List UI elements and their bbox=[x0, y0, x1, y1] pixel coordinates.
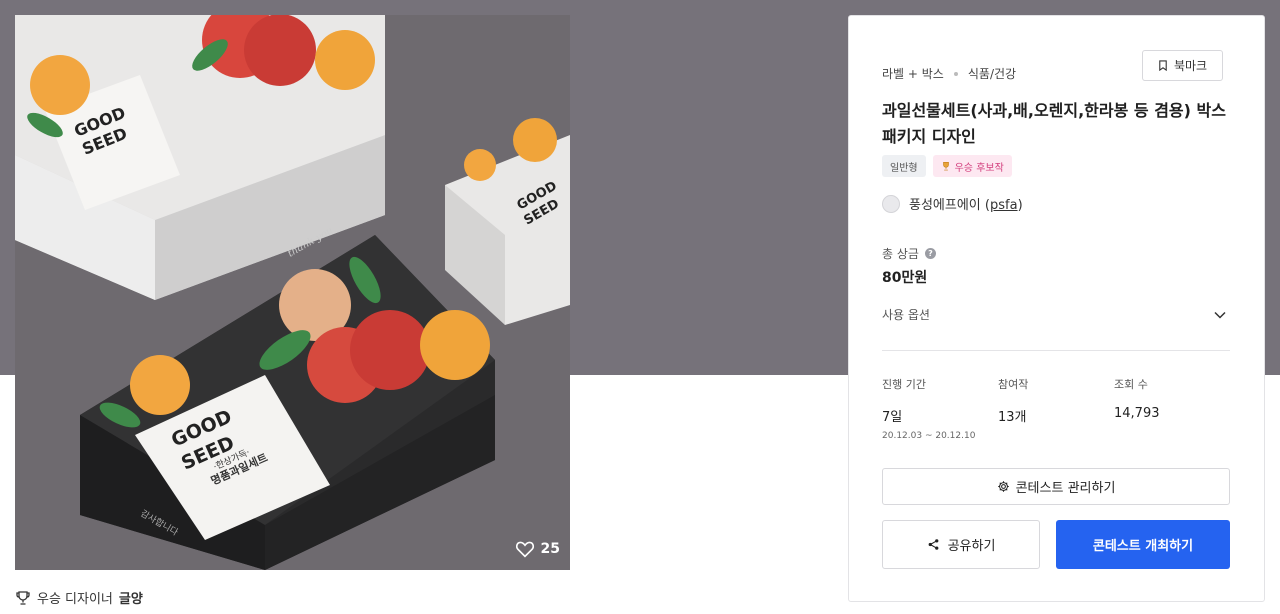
like-button[interactable]: 25 bbox=[515, 540, 560, 558]
stat-entries-value: 13개 bbox=[998, 410, 1027, 425]
bookmark-icon bbox=[1159, 60, 1167, 71]
category-main[interactable]: 라벨 + 박스 bbox=[882, 65, 944, 82]
stat-views: 조회 수 14,793 bbox=[1114, 376, 1160, 421]
share-label: 공유하기 bbox=[947, 539, 996, 554]
award-badge-label: 우승 후보작 bbox=[954, 162, 1004, 174]
product-image[interactable]: GOOD SEED GOOD SEED GOOD SEED ·한상가득· 명품과… bbox=[15, 15, 570, 570]
box-illustration: GOOD SEED GOOD SEED GOOD SEED ·한상가득· 명품과… bbox=[15, 15, 570, 570]
gear-icon bbox=[997, 481, 1009, 492]
host-contest-button[interactable]: 콘테스트 개최하기 bbox=[1056, 520, 1230, 569]
separator-dot bbox=[953, 71, 958, 76]
stat-period-dates: 20.12.03 ~ 20.12.10 bbox=[882, 431, 976, 441]
type-badge: 일반형 bbox=[882, 155, 926, 177]
stat-views-label: 조회 수 bbox=[1114, 378, 1148, 391]
usage-options-toggle[interactable]: 사용 옵션 bbox=[882, 306, 1226, 323]
stat-views-value: 14,793 bbox=[1114, 406, 1160, 421]
contest-holder[interactable]: 풍성에프에이 (psfa) bbox=[882, 194, 1023, 213]
usage-options-label: 사용 옵션 bbox=[882, 308, 930, 322]
stat-entries-label: 참여작 bbox=[998, 378, 1029, 391]
manage-contest-label: 콘테스트 관리하기 bbox=[1015, 481, 1116, 496]
divider bbox=[882, 350, 1230, 351]
trophy-icon bbox=[942, 161, 949, 171]
contest-info-card: 라벨 + 박스 식품/건강 북마크 과일선물세트(사과,배,오렌지,한라봉 등 … bbox=[848, 15, 1265, 602]
avatar bbox=[882, 194, 900, 213]
prize-value: 80만원 bbox=[882, 270, 928, 286]
share-button[interactable]: 공유하기 bbox=[882, 520, 1040, 569]
stat-entries: 참여작 13개 bbox=[998, 376, 1028, 425]
winner-designer: 우승 디자이너 글양 bbox=[15, 588, 143, 607]
trophy-icon bbox=[16, 590, 30, 605]
help-icon[interactable]: ? bbox=[924, 248, 936, 259]
winner-name[interactable]: 글양 bbox=[119, 588, 143, 607]
prize-label: 총 상금 ? bbox=[882, 245, 936, 262]
tag-list: 일반형 우승 후보작 bbox=[882, 155, 1012, 177]
holder-handle[interactable]: psfa bbox=[990, 198, 1018, 213]
stat-period-label: 진행 기간 bbox=[882, 378, 926, 391]
breadcrumb: 라벨 + 박스 식품/건강 bbox=[882, 65, 1016, 82]
holder-name: 풍성에프에이 bbox=[909, 198, 981, 213]
holder-handle-close: ) bbox=[1017, 198, 1023, 213]
share-icon bbox=[928, 539, 938, 550]
bookmark-button[interactable]: 북마크 bbox=[1142, 50, 1223, 81]
stat-period: 진행 기간 7일 20.12.03 ~ 20.12.10 bbox=[882, 376, 975, 441]
bookmark-label: 북마크 bbox=[1173, 59, 1208, 73]
manage-contest-button[interactable]: 콘테스트 관리하기 bbox=[882, 468, 1230, 505]
award-badge: 우승 후보작 bbox=[932, 155, 1012, 177]
heart-icon bbox=[515, 541, 534, 558]
category-sub[interactable]: 식품/건강 bbox=[968, 65, 1016, 82]
contest-title: 과일선물세트(사과,배,오렌지,한라봉 등 겸용) 박스 패키지 디자인 bbox=[882, 101, 1226, 146]
chevron-down-icon bbox=[1214, 311, 1226, 319]
winner-label: 우승 디자이너 bbox=[37, 592, 113, 607]
prize-label-text: 총 상금 bbox=[882, 247, 919, 261]
stat-period-value: 7일 bbox=[882, 410, 903, 425]
like-count: 25 bbox=[540, 541, 560, 557]
